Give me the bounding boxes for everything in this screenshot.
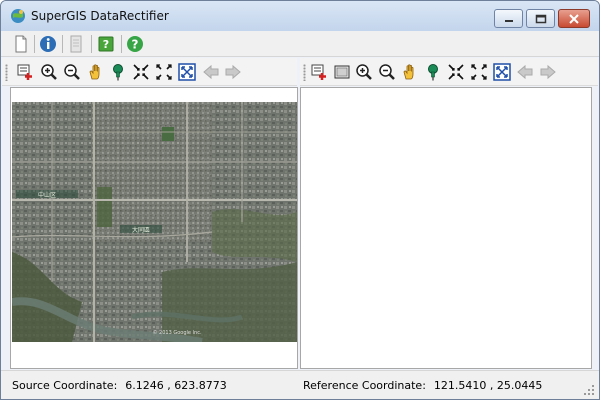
source-satellite-image[interactable]: 中山区 大同區 © 2013 Google Inc. <box>12 102 297 342</box>
minimize-button[interactable] <box>494 9 523 28</box>
reference-map-panel[interactable] <box>300 87 592 369</box>
zoom-in-icon[interactable] <box>355 63 373 81</box>
toolbar-separator <box>121 35 122 53</box>
zoom-in-icon[interactable] <box>40 63 58 81</box>
document-disabled-icon <box>70 35 82 53</box>
add-data-icon[interactable] <box>310 63 328 81</box>
layer-icon[interactable] <box>333 63 351 81</box>
add-data-icon[interactable] <box>16 63 34 81</box>
forward-arrow-icon[interactable] <box>224 63 242 81</box>
status-bar: Source Coordinate: 6.1246 , 623.8773 Refe… <box>1 370 599 399</box>
forward-arrow-icon[interactable] <box>539 63 557 81</box>
window-title: SuperGIS DataRectifier <box>31 9 169 23</box>
source-coordinate-label: Source Coordinate: <box>12 379 118 392</box>
maximize-icon <box>535 14 546 23</box>
help-book-icon[interactable]: ? <box>97 35 115 53</box>
toolbar-separator <box>62 35 63 53</box>
app-globe-icon <box>11 9 25 23</box>
zoom-fixed-in-icon[interactable] <box>447 63 465 81</box>
main-toolbar: ? ? <box>1 31 599 57</box>
map-label-2: 大同區 <box>132 226 150 234</box>
title-bar: SuperGIS DataRectifier <box>1 1 599 31</box>
zoom-out-icon[interactable] <box>63 63 81 81</box>
reference-toolbar <box>300 58 598 86</box>
zoom-fixed-in-icon[interactable] <box>132 63 150 81</box>
back-arrow-icon[interactable] <box>202 63 220 81</box>
info-icon[interactable] <box>39 35 57 53</box>
source-coordinate-value: 6.1246 , 623.8773 <box>125 379 227 392</box>
svg-text:?: ? <box>132 38 139 52</box>
toolbar-separator <box>34 35 35 53</box>
reference-coordinate: Reference Coordinate: 121.5410 , 25.0445 <box>303 379 542 392</box>
pan-icon[interactable] <box>401 63 419 81</box>
toolbar-separator <box>91 35 92 53</box>
full-extent-icon[interactable] <box>178 63 196 81</box>
map-label-1: 中山区 <box>38 191 56 199</box>
new-document-icon[interactable] <box>12 35 30 53</box>
toolbar-grip[interactable] <box>303 64 306 81</box>
source-coordinate: Source Coordinate: 6.1246 , 623.8773 <box>12 379 227 392</box>
back-arrow-icon[interactable] <box>516 63 534 81</box>
pin-icon[interactable] <box>109 63 127 81</box>
map-watermark: © 2013 Google Inc. <box>152 329 202 336</box>
reference-coordinate-value: 121.5410 , 25.0445 <box>433 379 543 392</box>
close-button[interactable] <box>558 9 590 28</box>
full-extent-icon[interactable] <box>493 63 511 81</box>
toolbar-grip[interactable] <box>5 64 8 81</box>
pin-icon[interactable] <box>424 63 442 81</box>
svg-text:?: ? <box>103 38 109 51</box>
pan-icon[interactable] <box>87 63 105 81</box>
app-window: SuperGIS DataRectifier ? ? 中山区 大同區 © 201… <box>0 0 600 400</box>
source-toolbar <box>2 58 297 86</box>
maximize-button[interactable] <box>526 9 555 28</box>
minimize-icon <box>504 19 513 22</box>
source-map-panel[interactable]: 中山区 大同區 © 2013 Google Inc. <box>10 87 298 369</box>
reference-coordinate-label: Reference Coordinate: <box>303 379 426 392</box>
resize-grip-icon[interactable] <box>583 384 595 396</box>
zoom-out-icon[interactable] <box>378 63 396 81</box>
zoom-fixed-out-icon[interactable] <box>155 63 173 81</box>
zoom-fixed-out-icon[interactable] <box>470 63 488 81</box>
close-icon <box>569 13 579 24</box>
help-question-icon[interactable]: ? <box>126 35 144 53</box>
